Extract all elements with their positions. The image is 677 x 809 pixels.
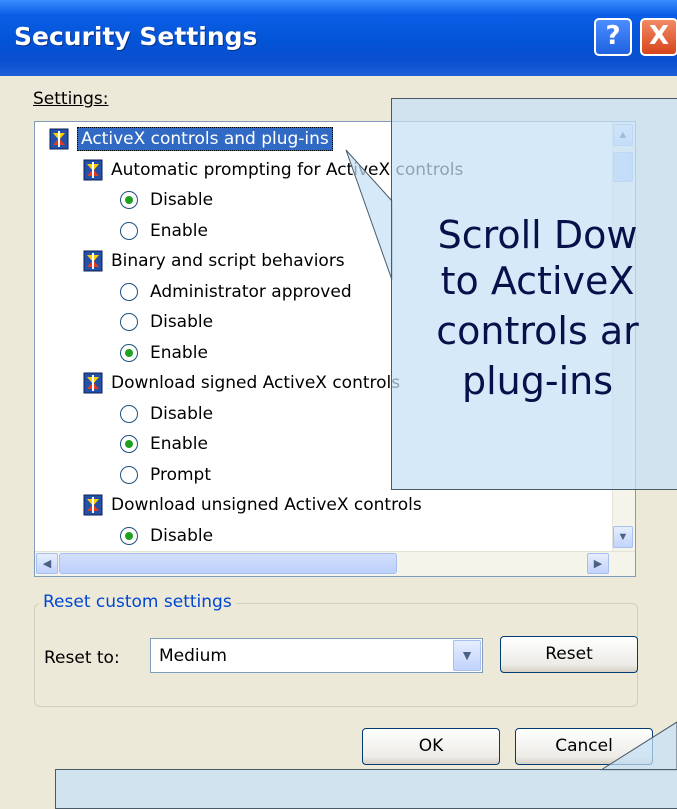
- callout-line: Scroll Dow: [437, 213, 638, 257]
- callout-line: to ActiveX: [440, 259, 635, 303]
- callout-line: controls ar: [436, 309, 639, 353]
- callout-line: plug-ins: [461, 359, 614, 403]
- bottom-callout-box: [55, 769, 677, 809]
- callout-box: Scroll Dow to ActiveX controls ar plug-i…: [391, 98, 677, 490]
